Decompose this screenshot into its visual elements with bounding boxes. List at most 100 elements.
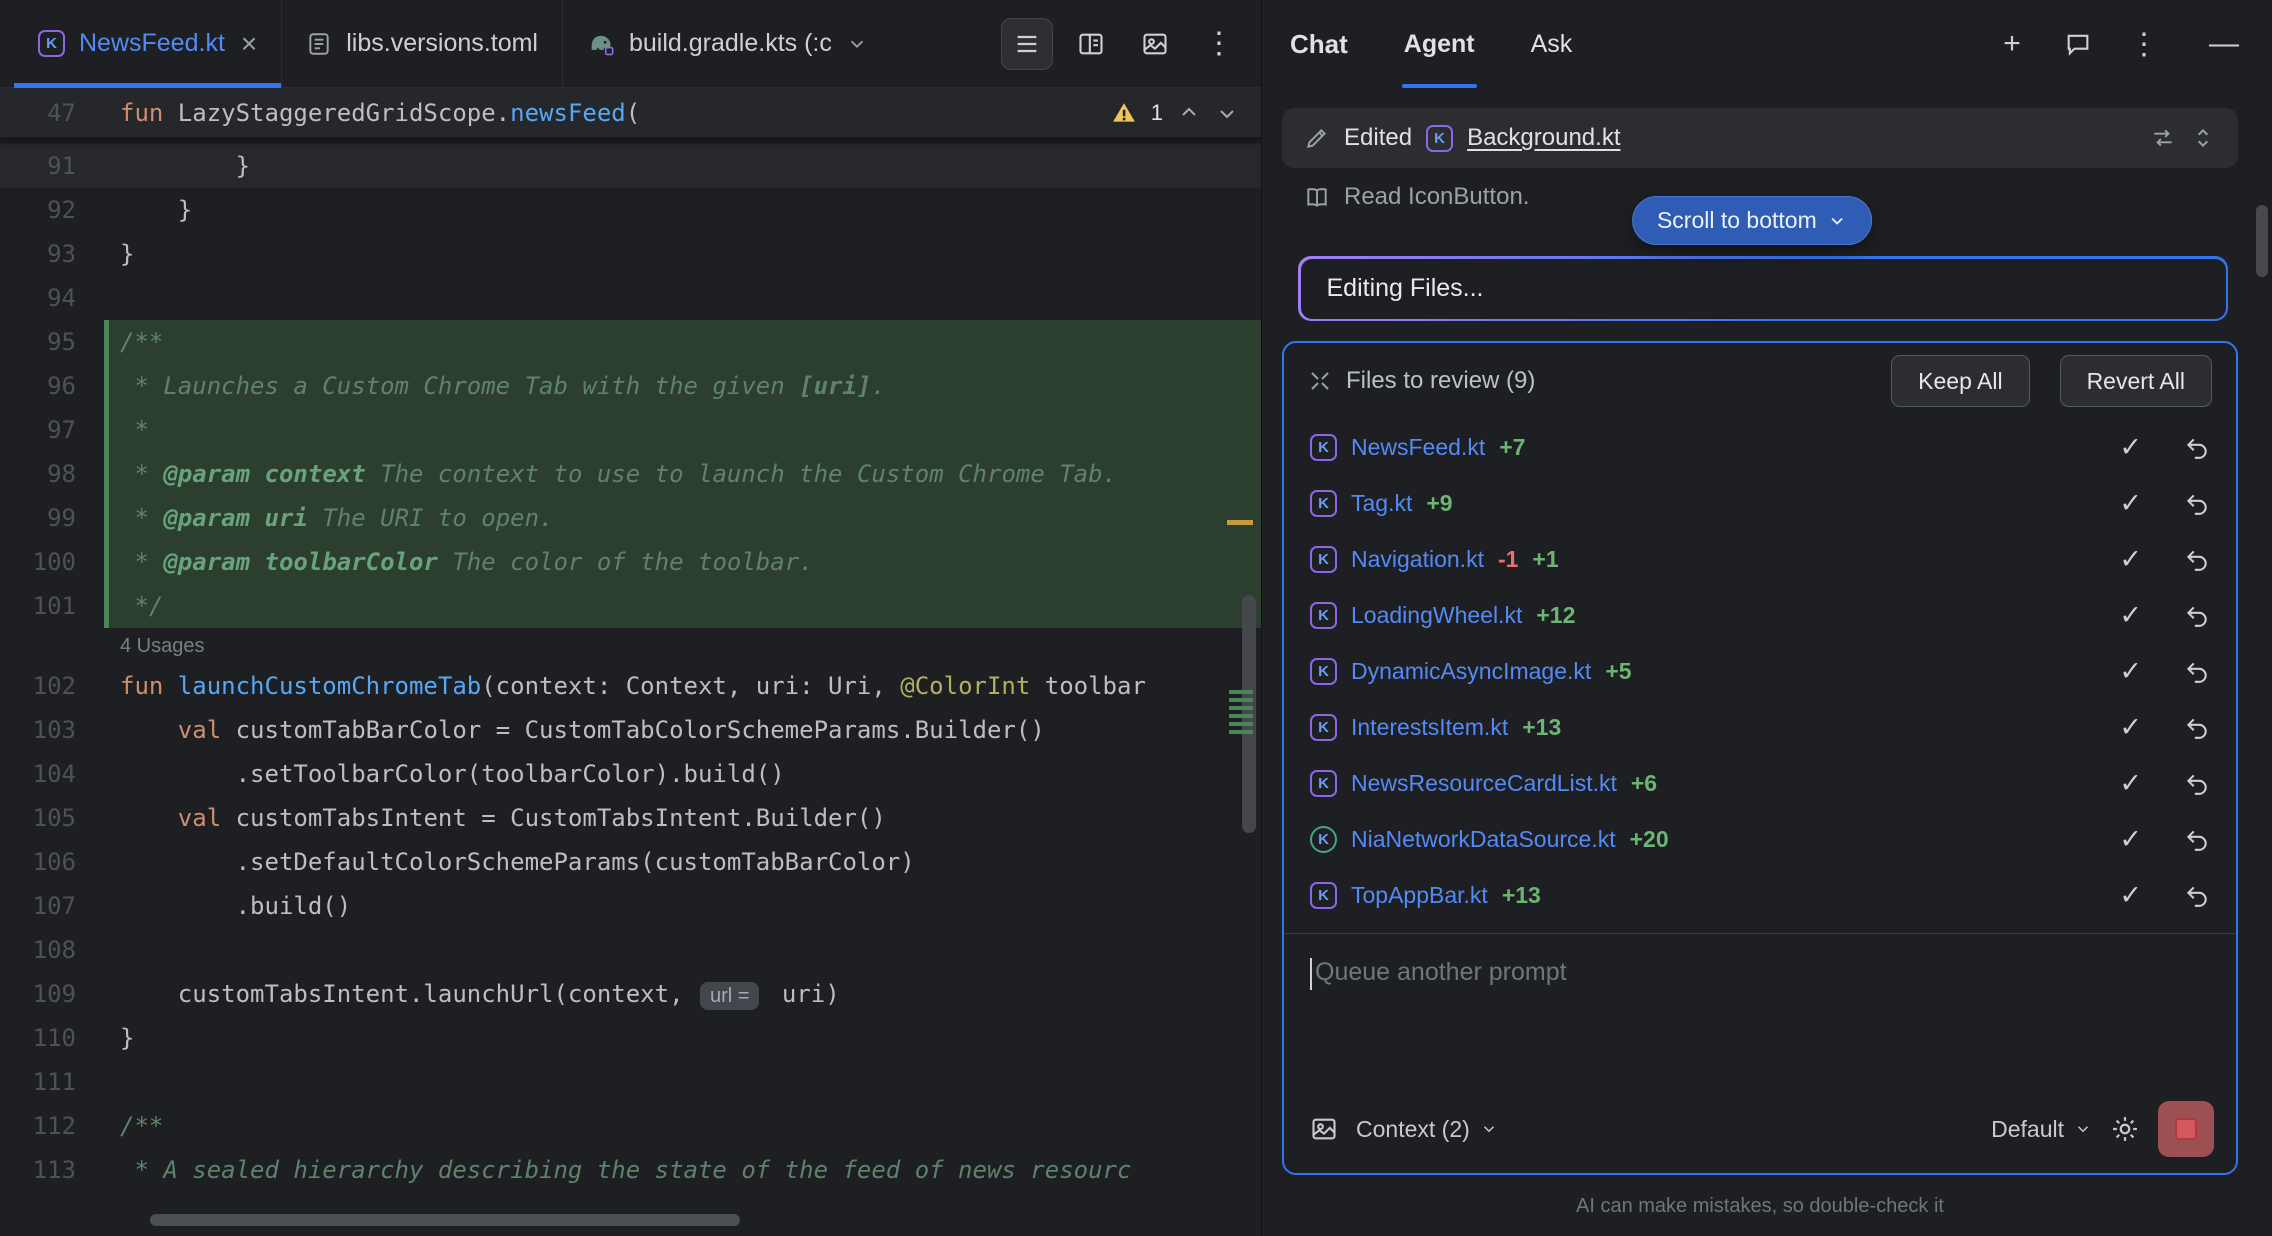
- line-number[interactable]: 113: [0, 1156, 104, 1184]
- keep-file-icon[interactable]: ✓: [2119, 824, 2142, 855]
- code-line-92[interactable]: 92 }: [0, 188, 1261, 232]
- chat-scrollbar[interactable]: [2256, 205, 2268, 277]
- revert-file-icon[interactable]: [2184, 658, 2210, 684]
- code-line-101[interactable]: 101 */: [0, 584, 1261, 628]
- line-number[interactable]: 96: [0, 372, 104, 400]
- code-line-95[interactable]: 95/**: [0, 320, 1261, 364]
- next-issue-icon[interactable]: [1215, 101, 1239, 125]
- more-vertical-icon[interactable]: ⋮: [1193, 18, 1245, 70]
- review-file-row[interactable]: K NewsResourceCardList.kt +6 ✓: [1284, 755, 2236, 811]
- line-number[interactable]: 101: [0, 592, 104, 620]
- line-number[interactable]: 94: [0, 284, 104, 312]
- expand-icon[interactable]: [2190, 125, 2216, 151]
- line-number[interactable]: 108: [0, 936, 104, 964]
- code-line-109[interactable]: 109 customTabsIntent.launchUrl(context, …: [0, 972, 1261, 1016]
- prompt-input[interactable]: Queue another prompt: [1284, 933, 2236, 1085]
- warning-icon[interactable]: [1111, 100, 1137, 126]
- more-vertical-icon[interactable]: ⋮: [2124, 24, 2164, 64]
- chat-history-icon[interactable]: [2058, 24, 2098, 64]
- review-file-link[interactable]: DynamicAsyncImage.kt: [1351, 658, 1591, 685]
- review-file-row[interactable]: K Tag.kt +9 ✓: [1284, 475, 2236, 531]
- review-file-row[interactable]: K NiaNetworkDataSource.kt +20 ✓: [1284, 811, 2236, 867]
- code-line-96[interactable]: 96 * Launches a Custom Chrome Tab with t…: [0, 364, 1261, 408]
- revert-file-icon[interactable]: [2184, 602, 2210, 628]
- tab-newsfeed-kt[interactable]: K NewsFeed.kt ×: [14, 0, 281, 87]
- context-selector[interactable]: Context (2): [1356, 1116, 1498, 1143]
- line-number[interactable]: 102: [0, 672, 104, 700]
- line-number[interactable]: 112: [0, 1112, 104, 1140]
- line-number[interactable]: 104: [0, 760, 104, 788]
- review-file-link[interactable]: Navigation.kt: [1351, 546, 1484, 573]
- review-file-link[interactable]: NiaNetworkDataSource.kt: [1351, 826, 1616, 853]
- code-line-97[interactable]: 97 *: [0, 408, 1261, 452]
- line-number[interactable]: 107: [0, 892, 104, 920]
- review-file-link[interactable]: LoadingWheel.kt: [1351, 602, 1522, 629]
- collapse-icon[interactable]: [1308, 369, 1332, 393]
- close-icon[interactable]: ×: [241, 28, 257, 60]
- code-editor[interactable]: 47 fun LazyStaggeredGridScope.newsFeed( …: [0, 88, 1261, 1236]
- code-line-91[interactable]: 91 }: [0, 144, 1261, 188]
- line-number[interactable]: 99: [0, 504, 104, 532]
- horizontal-scrollbar[interactable]: [150, 1214, 740, 1226]
- line-number[interactable]: 111: [0, 1068, 104, 1096]
- split-view-icon[interactable]: [1065, 18, 1117, 70]
- line-number[interactable]: 47: [0, 99, 104, 127]
- code-line-98[interactable]: 98 * @param context The context to use t…: [0, 452, 1261, 496]
- code-line-110[interactable]: 110}: [0, 1016, 1261, 1060]
- revert-file-icon[interactable]: [2184, 714, 2210, 740]
- edited-file-link[interactable]: Background.kt: [1467, 124, 1620, 152]
- line-number[interactable]: 100: [0, 548, 104, 576]
- line-number[interactable]: 95: [0, 328, 104, 356]
- model-selector[interactable]: Default: [1991, 1116, 2092, 1143]
- inline-view-icon[interactable]: [1001, 18, 1053, 70]
- line-number[interactable]: 93: [0, 240, 104, 268]
- code-line-113[interactable]: 113 * A sealed hierarchy describing the …: [0, 1148, 1261, 1192]
- keep-file-icon[interactable]: ✓: [2119, 488, 2142, 519]
- revert-file-icon[interactable]: [2184, 826, 2210, 852]
- review-file-link[interactable]: Tag.kt: [1351, 490, 1412, 517]
- code-line-93[interactable]: 93}: [0, 232, 1261, 276]
- tab-ask[interactable]: Ask: [1531, 0, 1573, 88]
- sticky-header-line[interactable]: 47 fun LazyStaggeredGridScope.newsFeed( …: [0, 88, 1261, 138]
- keep-file-icon[interactable]: ✓: [2119, 656, 2142, 687]
- code-line-112[interactable]: 112/**: [0, 1104, 1261, 1148]
- review-file-row[interactable]: K LoadingWheel.kt +12 ✓: [1284, 587, 2236, 643]
- tab-libs-versions-toml[interactable]: libs.versions.toml: [282, 0, 562, 87]
- review-file-row[interactable]: K NewsFeed.kt +7 ✓: [1284, 419, 2236, 475]
- chevron-down-icon[interactable]: [846, 33, 868, 55]
- tab-build-gradle-kts[interactable]: build.gradle.kts (:c: [563, 0, 892, 87]
- code-line-107[interactable]: 107 .build(): [0, 884, 1261, 928]
- revert-file-icon[interactable]: [2184, 434, 2210, 460]
- line-number[interactable]: 103: [0, 716, 104, 744]
- code-line-100[interactable]: 100 * @param toolbarColor The color of t…: [0, 540, 1261, 584]
- review-file-link[interactable]: TopAppBar.kt: [1351, 882, 1488, 909]
- revert-file-icon[interactable]: [2184, 490, 2210, 516]
- review-file-link[interactable]: InterestsItem.kt: [1351, 714, 1508, 741]
- attach-image-icon[interactable]: [1310, 1115, 1338, 1143]
- revert-file-icon[interactable]: [2184, 882, 2210, 908]
- review-file-row[interactable]: K DynamicAsyncImage.kt +5 ✓: [1284, 643, 2236, 699]
- edited-file-row[interactable]: Edited K Background.kt: [1282, 108, 2238, 168]
- stop-button[interactable]: [2158, 1101, 2214, 1157]
- settings-gear-icon[interactable]: [2110, 1114, 2140, 1144]
- hide-panel-icon[interactable]: —: [2204, 24, 2244, 64]
- line-number[interactable]: 109: [0, 980, 104, 1008]
- keep-file-icon[interactable]: ✓: [2119, 712, 2142, 743]
- scroll-to-bottom-button[interactable]: Scroll to bottom: [1632, 196, 1872, 245]
- review-file-row[interactable]: K InterestsItem.kt +13 ✓: [1284, 699, 2236, 755]
- keep-all-button[interactable]: Keep All: [1891, 355, 2029, 407]
- code-line-94[interactable]: 94: [0, 276, 1261, 320]
- code-line-99[interactable]: 99 * @param uri The URI to open.: [0, 496, 1261, 540]
- line-number[interactable]: 106: [0, 848, 104, 876]
- code-line-106[interactable]: 106 .setDefaultColorSchemeParams(customT…: [0, 840, 1261, 884]
- keep-file-icon[interactable]: ✓: [2119, 768, 2142, 799]
- line-number[interactable]: 110: [0, 1024, 104, 1052]
- screenshot-icon[interactable]: [1129, 18, 1181, 70]
- review-file-row[interactable]: K TopAppBar.kt +13 ✓: [1284, 867, 2236, 923]
- line-number[interactable]: 98: [0, 460, 104, 488]
- revert-all-button[interactable]: Revert All: [2060, 355, 2212, 407]
- revert-file-icon[interactable]: [2184, 546, 2210, 572]
- code-line-105[interactable]: 105 val customTabsIntent = CustomTabsInt…: [0, 796, 1261, 840]
- line-number[interactable]: 97: [0, 416, 104, 444]
- tab-chat[interactable]: Chat: [1290, 0, 1348, 88]
